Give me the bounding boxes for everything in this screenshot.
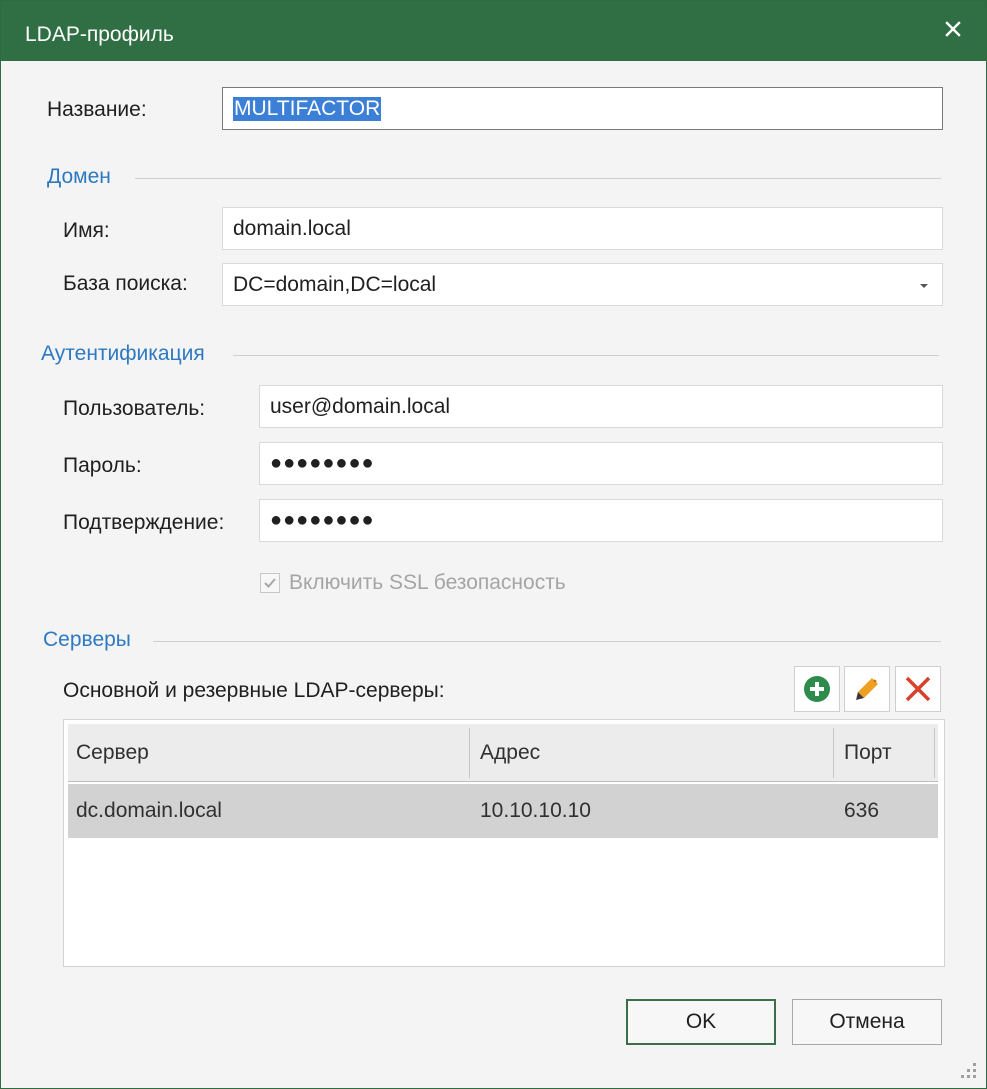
ssl-option: Включить SSL безопасность [260, 571, 566, 595]
column-divider[interactable] [833, 728, 834, 778]
ok-button[interactable]: OK [626, 999, 776, 1045]
resize-grip-icon[interactable] [958, 1060, 976, 1078]
cell-server: dc.domain.local [76, 799, 222, 822]
search-base-value: DC=domain,DC=local [233, 272, 437, 296]
domain-section-title: Домен [47, 165, 111, 188]
add-icon [804, 676, 830, 702]
confirm-password-input[interactable]: ●●●●●●●● [259, 499, 943, 542]
cell-port: 636 [844, 799, 880, 822]
servers-list-label: Основной и резервные LDAP-серверы: [63, 679, 445, 702]
servers-section-divider [153, 641, 941, 642]
delete-server-button[interactable] [895, 666, 941, 712]
add-server-button[interactable] [794, 666, 840, 712]
close-button[interactable] [930, 9, 976, 49]
servers-section-title: Серверы [43, 628, 131, 651]
profile-name-value: MULTIFACTOR [233, 96, 382, 121]
edit-icon [856, 678, 878, 700]
edit-server-button[interactable] [844, 666, 890, 712]
column-header-address[interactable]: Адрес [472, 724, 832, 781]
ssl-checkbox[interactable] [260, 573, 280, 593]
user-label: Пользователь: [63, 397, 206, 420]
servers-table: Сервер Адрес Порт dc.domain.local 10.10.… [63, 719, 945, 967]
title-bar: LDAP-профиль [1, 1, 986, 61]
table-row[interactable]: dc.domain.local 10.10.10.10 636 [68, 784, 938, 838]
password-input[interactable]: ●●●●●●●● [259, 442, 943, 485]
domain-name-input[interactable]: domain.local [222, 207, 943, 250]
search-base-label: База поиска: [63, 272, 188, 295]
password-label: Пароль: [63, 454, 142, 477]
column-header-port[interactable]: Порт [836, 724, 934, 781]
close-icon [945, 21, 961, 37]
window-title: LDAP-профиль [25, 23, 174, 46]
auth-section-divider [233, 355, 939, 356]
profile-name-input[interactable]: MULTIFACTOR [222, 87, 943, 130]
cancel-button[interactable]: Отмена [792, 999, 942, 1045]
user-value: user@domain.local [270, 394, 451, 418]
name-label: Название: [47, 98, 147, 121]
column-divider [934, 728, 935, 778]
auth-section-title: Аутентификация [41, 342, 205, 365]
search-base-select[interactable]: DC=domain,DC=local [222, 263, 943, 306]
checkmark-icon [264, 578, 276, 588]
domain-section-divider [135, 178, 941, 179]
user-input[interactable]: user@domain.local [259, 385, 943, 428]
confirm-value: ●●●●●●●● [270, 509, 375, 531]
domain-name-value: domain.local [233, 216, 351, 240]
ldap-profile-dialog: LDAP-профиль Название: MULTIFACTOR Домен… [0, 0, 987, 1089]
domain-name-label: Имя: [63, 219, 110, 242]
password-value: ●●●●●●●● [270, 452, 375, 474]
column-divider[interactable] [469, 728, 470, 778]
ssl-label: Включить SSL безопасность [289, 571, 566, 594]
chevron-down-icon[interactable] [920, 284, 928, 288]
delete-icon [905, 676, 931, 702]
table-header: Сервер Адрес Порт [68, 724, 938, 782]
cell-address: 10.10.10.10 [480, 799, 591, 822]
confirm-label: Подтверждение: [63, 511, 225, 534]
column-header-server[interactable]: Сервер [68, 724, 468, 781]
